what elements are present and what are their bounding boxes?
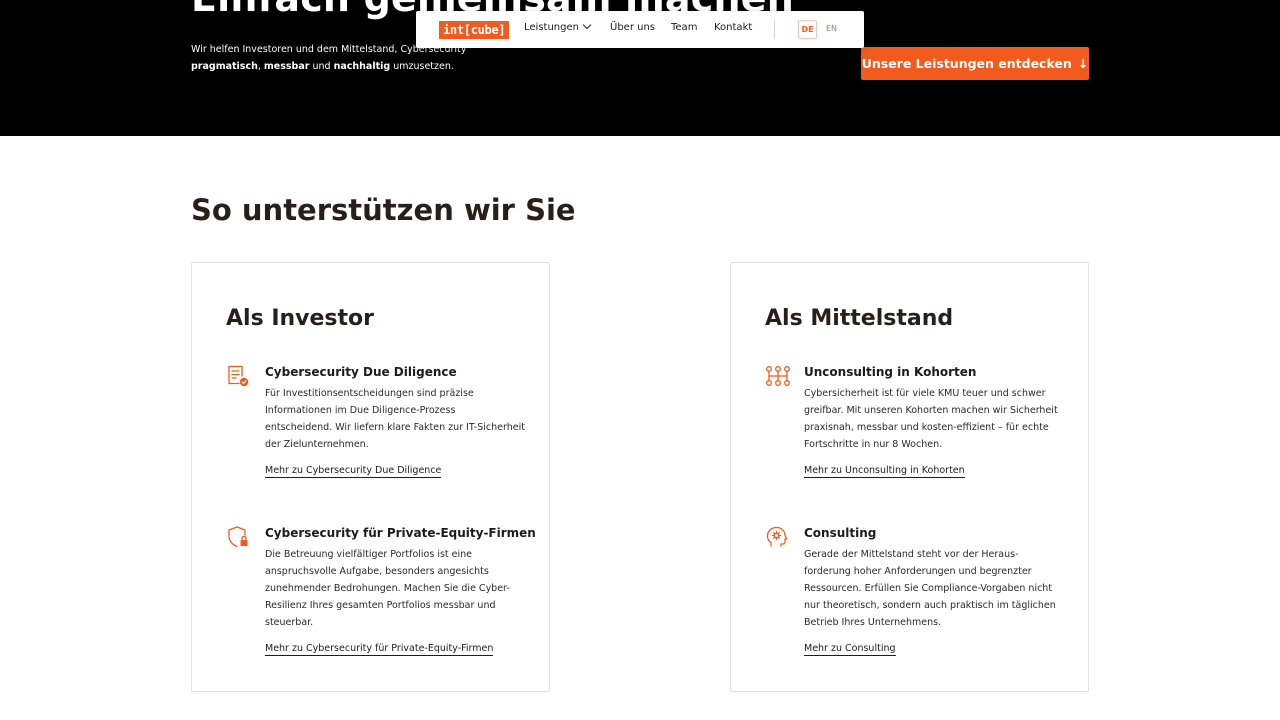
- card-mittelstand: Als Mittelstand Unconsulting in Kohorten…: [730, 262, 1089, 692]
- head-gear-icon: [765, 525, 789, 549]
- hero-subtitle-bold-pragmatisch: pragmatisch: [191, 61, 258, 72]
- more-consulting-link[interactable]: Mehr zu Consulting: [804, 642, 896, 656]
- nav-item-leistungen[interactable]: Leistungen: [524, 20, 592, 33]
- nav-item-label: Leistungen: [524, 22, 579, 33]
- shield-lock-icon: [226, 525, 250, 549]
- arrow-down-icon: ↓: [1077, 56, 1089, 71]
- section-title: So unterstützen wir Sie: [191, 193, 576, 227]
- hero-subtitle-bold-messbar: messbar: [263, 61, 310, 72]
- card-investor: Als Investor Cybersecurity Due Diligence…: [191, 262, 550, 692]
- more-private-equity-link[interactable]: Mehr zu Cybersecurity für Private-Equity…: [265, 642, 494, 656]
- network-icon: [765, 364, 790, 388]
- discover-services-button[interactable]: Unsere Leistungen entdecken ↓: [861, 47, 1089, 80]
- service-heading: Cybersecurity Due Diligence: [265, 365, 457, 379]
- more-due-diligence-link[interactable]: Mehr zu Cybersecurity Due Diligence: [265, 464, 442, 478]
- service-description: Cybersicherheit ist für viele KMU teuer …: [804, 388, 1058, 450]
- nav-divider: [774, 20, 775, 39]
- service-heading: Consulting: [804, 526, 877, 540]
- service-heading: Unconsulting in Kohorten: [804, 365, 977, 379]
- document-check-icon: [226, 364, 250, 388]
- service-description: Gerade der Mittelstand steht vor der Her…: [804, 549, 1056, 628]
- language-en[interactable]: EN: [822, 20, 841, 39]
- hero-subtitle-bold-nachhaltig: nachhaltig: [333, 61, 391, 72]
- more-unconsulting-link[interactable]: Mehr zu Unconsulting in Kohorten: [804, 464, 965, 478]
- nav-item-kontakt[interactable]: Kontakt: [714, 22, 752, 33]
- main-navigation: int[cube] Leistungen Über uns Team Konta…: [416, 11, 864, 48]
- nav-item-team[interactable]: Team: [671, 22, 697, 33]
- service-description: Die Betreuung vielfältiger Portfolios is…: [265, 549, 510, 628]
- hero-subtitle-end: umzusetzen.: [390, 61, 454, 72]
- intcube-logo[interactable]: int[cube]: [439, 21, 510, 39]
- service-description: Für Investitionsentscheidungen sind präz…: [265, 388, 525, 450]
- card-title: Als Investor: [226, 306, 375, 331]
- chevron-down-icon: [582, 20, 592, 30]
- card-title: Als Mittelstand: [765, 306, 954, 331]
- cta-label: Unsere Leistungen entdecken: [861, 56, 1072, 71]
- service-heading: Cybersecurity für Private-Equity-Firmen: [265, 526, 536, 540]
- hero-subtitle-sep: und: [309, 61, 334, 72]
- nav-item-ueber-uns[interactable]: Über uns: [610, 22, 655, 33]
- language-de[interactable]: DE: [798, 20, 817, 39]
